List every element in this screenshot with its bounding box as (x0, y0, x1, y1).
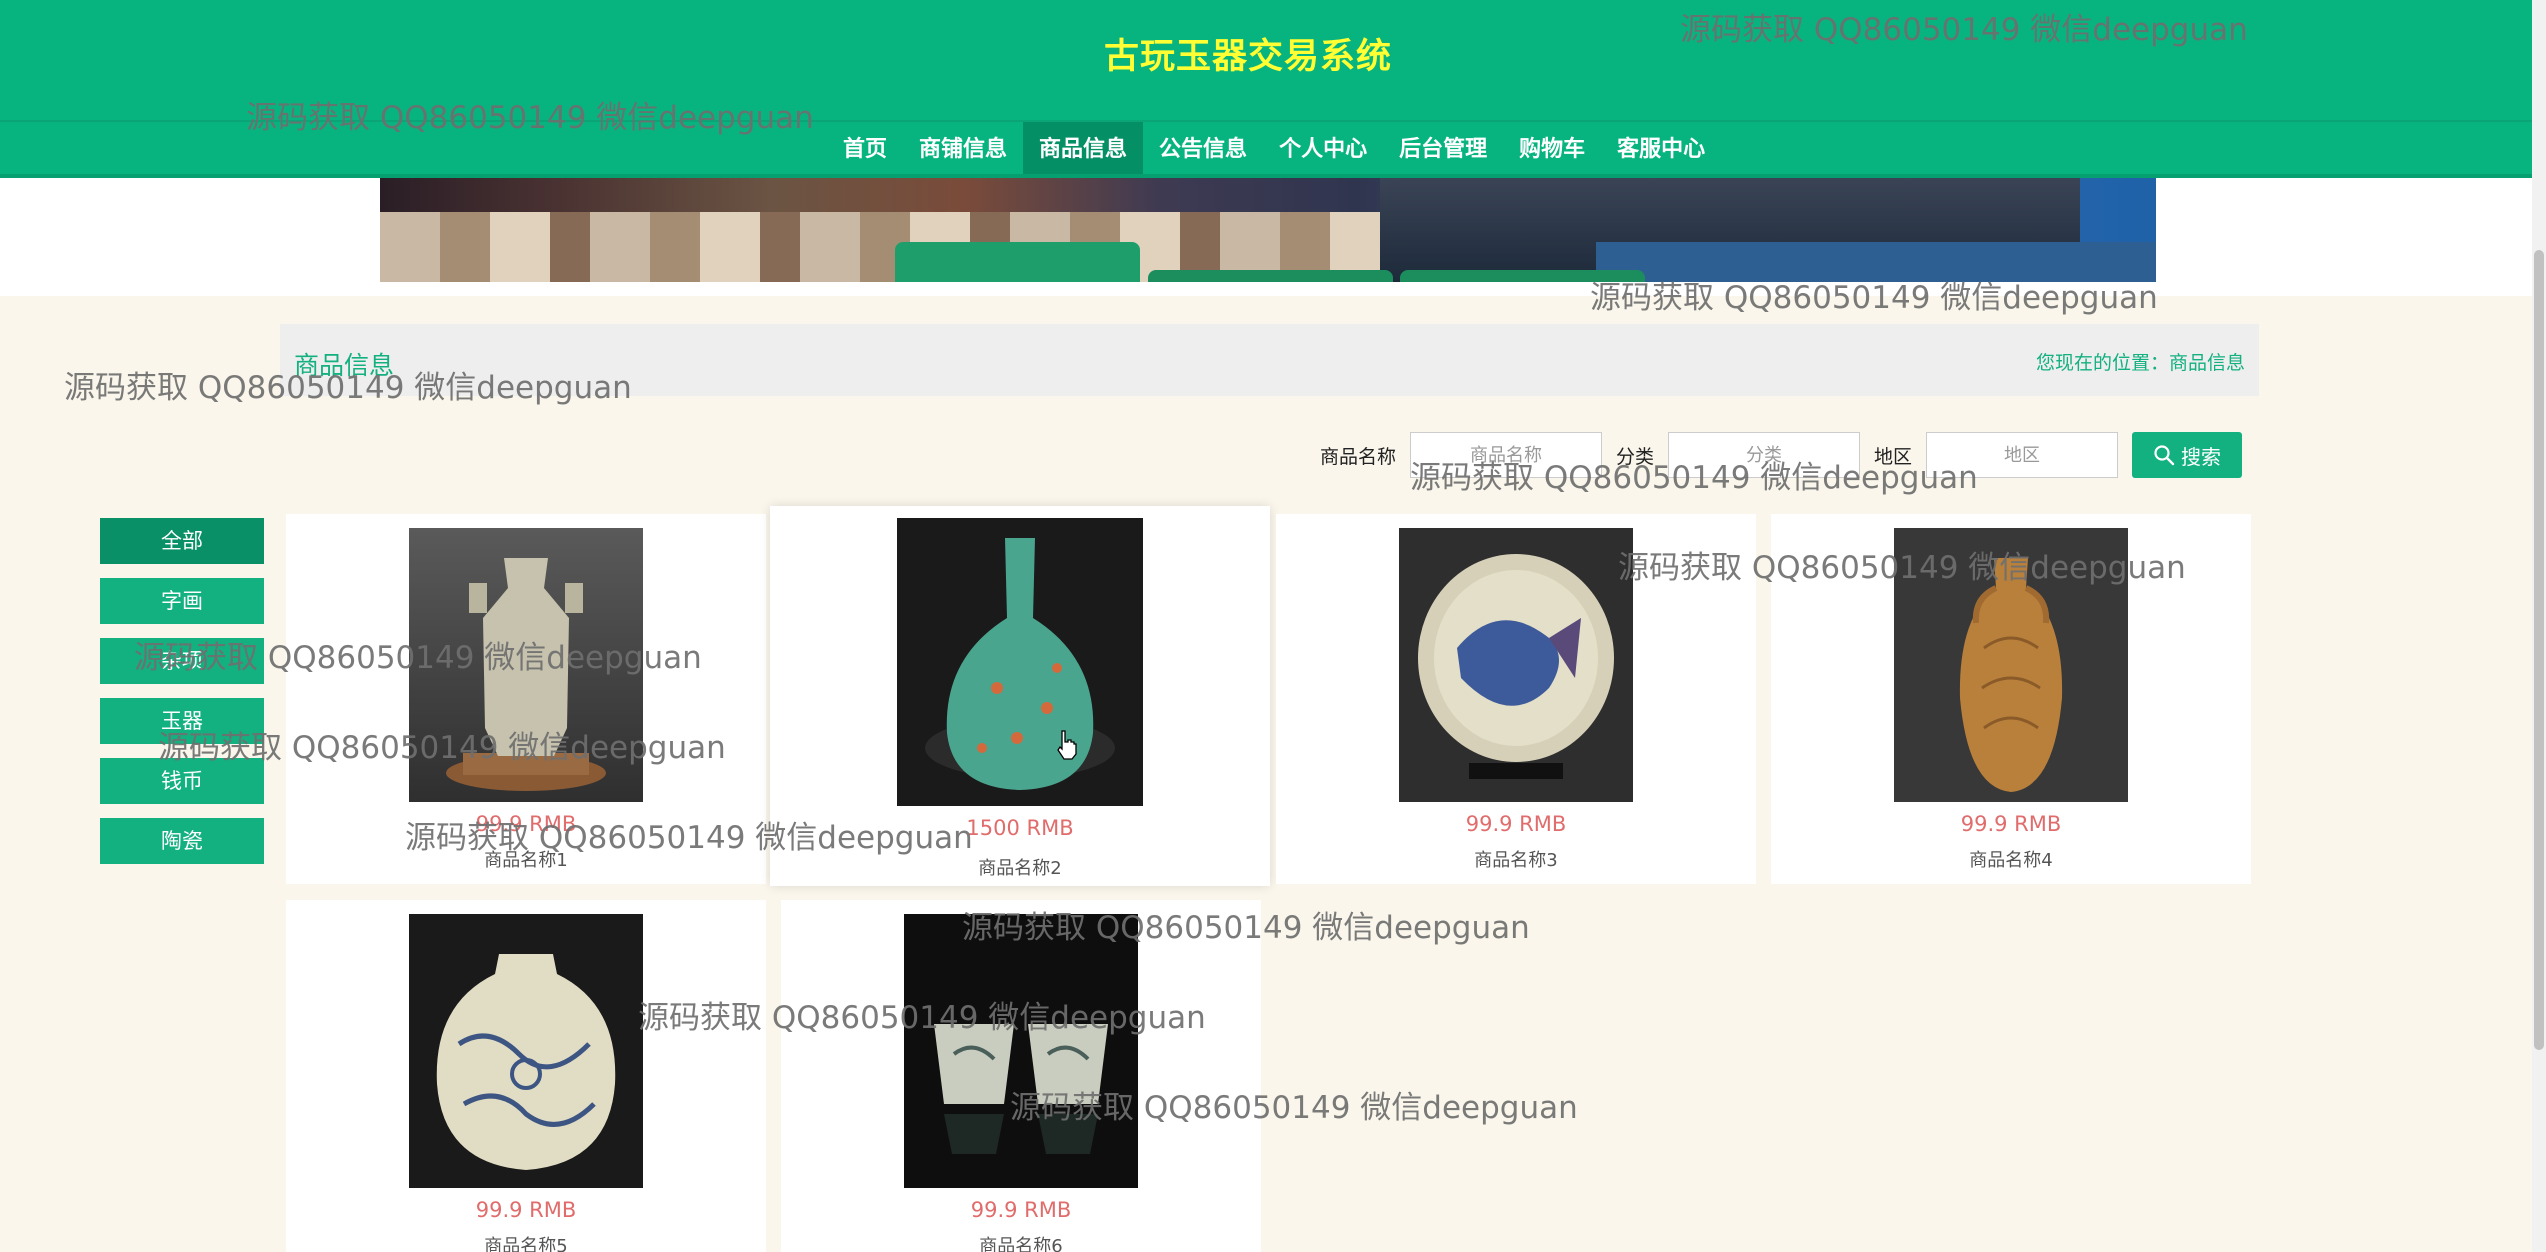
category-all[interactable]: 全部 (100, 518, 264, 564)
category-label: 分类 (1616, 445, 1655, 468)
product-name-label: 商品名称 (1320, 445, 1397, 468)
category-miscellaneous[interactable]: 杂项 (100, 638, 264, 684)
product-name-input[interactable] (1410, 432, 1603, 478)
site-title: 古玩玉器交易系统 (1103, 37, 1392, 77)
category-jade[interactable]: 玉器 (100, 698, 264, 744)
product-price: 1500 RMB (966, 816, 1074, 840)
amber-vase-image (1894, 528, 2128, 802)
nav-item-announcements[interactable]: 公告信息 (1143, 122, 1263, 178)
banner-tab-1[interactable] (895, 242, 1140, 282)
breadcrumb: 您现在的位置：商品信息 (2035, 352, 2245, 374)
product-card[interactable]: 99.9 RMB 商品名称5 (286, 900, 766, 1252)
category-coins[interactable]: 钱币 (100, 758, 264, 804)
search-icon (2154, 445, 2175, 466)
product-card[interactable]: 99.9 RMB 商品名称6 (781, 900, 1261, 1252)
celadon-vase-image (409, 528, 643, 802)
product-image[interactable] (904, 914, 1138, 1188)
region-label: 地区 (1874, 445, 1913, 468)
product-price: 99.9 RMB (1465, 812, 1567, 836)
product-price: 99.9 RMB (970, 1198, 1072, 1222)
product-card[interactable]: 99.9 RMB 商品名称4 (1771, 514, 2251, 884)
product-price: 99.9 RMB (1960, 812, 2062, 836)
product-image[interactable] (1399, 528, 1633, 802)
banner-sea (1596, 242, 2156, 282)
nav-item-cart[interactable]: 购物车 (1503, 122, 1601, 178)
nav-item-customer-service[interactable]: 客服中心 (1601, 122, 1721, 178)
nav-item-shops[interactable]: 商铺信息 (903, 122, 1023, 178)
product-price: 99.9 RMB (475, 812, 577, 836)
region-input[interactable] (1926, 432, 2119, 478)
banner-tab-2[interactable] (1148, 270, 1393, 282)
section-title: 商品信息 (294, 351, 395, 380)
product-name: 商品名称1 (484, 850, 568, 871)
product-image[interactable] (409, 528, 643, 802)
blue-white-jar-image (409, 914, 643, 1188)
product-name: 商品名称3 (1474, 850, 1558, 871)
search-button[interactable]: 搜索 (2132, 432, 2243, 478)
turquoise-vase-image (897, 518, 1143, 806)
banner-area (0, 178, 2546, 296)
nav-item-products[interactable]: 商品信息 (1023, 122, 1144, 178)
product-image[interactable] (897, 518, 1143, 806)
product-name: 商品名称6 (979, 1236, 1063, 1252)
product-card[interactable]: 99.9 RMB 商品名称3 (1276, 514, 1756, 884)
site-header: 古玩玉器交易系统 首页 商铺信息 商品信息 公告信息 个人中心 后台管理 购物车… (0, 0, 2546, 178)
product-name: 商品名称4 (1969, 850, 2053, 871)
product-image[interactable] (409, 914, 643, 1188)
nav-item-home[interactable]: 首页 (827, 122, 903, 178)
main-nav: 首页 商铺信息 商品信息 公告信息 个人中心 后台管理 购物车 客服中心 (827, 122, 1721, 178)
product-name: 商品名称2 (978, 858, 1062, 879)
nav-item-personal-center[interactable]: 个人中心 (1263, 122, 1383, 178)
page-scrollbar[interactable] (2532, 0, 2546, 1252)
search-button-label: 搜索 (2181, 444, 2222, 469)
scrollbar-thumb[interactable] (2534, 250, 2544, 1050)
banner-tab-3[interactable] (1400, 270, 1645, 282)
mouse-cursor-icon (1056, 730, 1078, 764)
category-input[interactable] (1668, 432, 1861, 478)
banner-image (380, 178, 2156, 282)
section-header: 商品信息 您现在的位置：商品信息 (280, 324, 2259, 396)
nav-item-admin[interactable]: 后台管理 (1383, 122, 1503, 178)
product-card[interactable]: 1500 RMB 商品名称2 (770, 506, 1270, 886)
product-name: 商品名称5 (484, 1236, 568, 1252)
product-card[interactable]: 99.9 RMB 商品名称1 (286, 514, 766, 884)
fish-plate-image (1399, 528, 1633, 802)
category-calligraphy-painting[interactable]: 字画 (100, 578, 264, 624)
category-sidebar: 全部 字画 杂项 玉器 钱币 陶瓷 (100, 518, 264, 878)
blue-white-cups-image (904, 914, 1138, 1188)
product-price: 99.9 RMB (475, 1198, 577, 1222)
search-form: 商品名称 分类 地区 搜索 (1320, 432, 2243, 478)
category-ceramics[interactable]: 陶瓷 (100, 818, 264, 864)
product-image[interactable] (1894, 528, 2128, 802)
